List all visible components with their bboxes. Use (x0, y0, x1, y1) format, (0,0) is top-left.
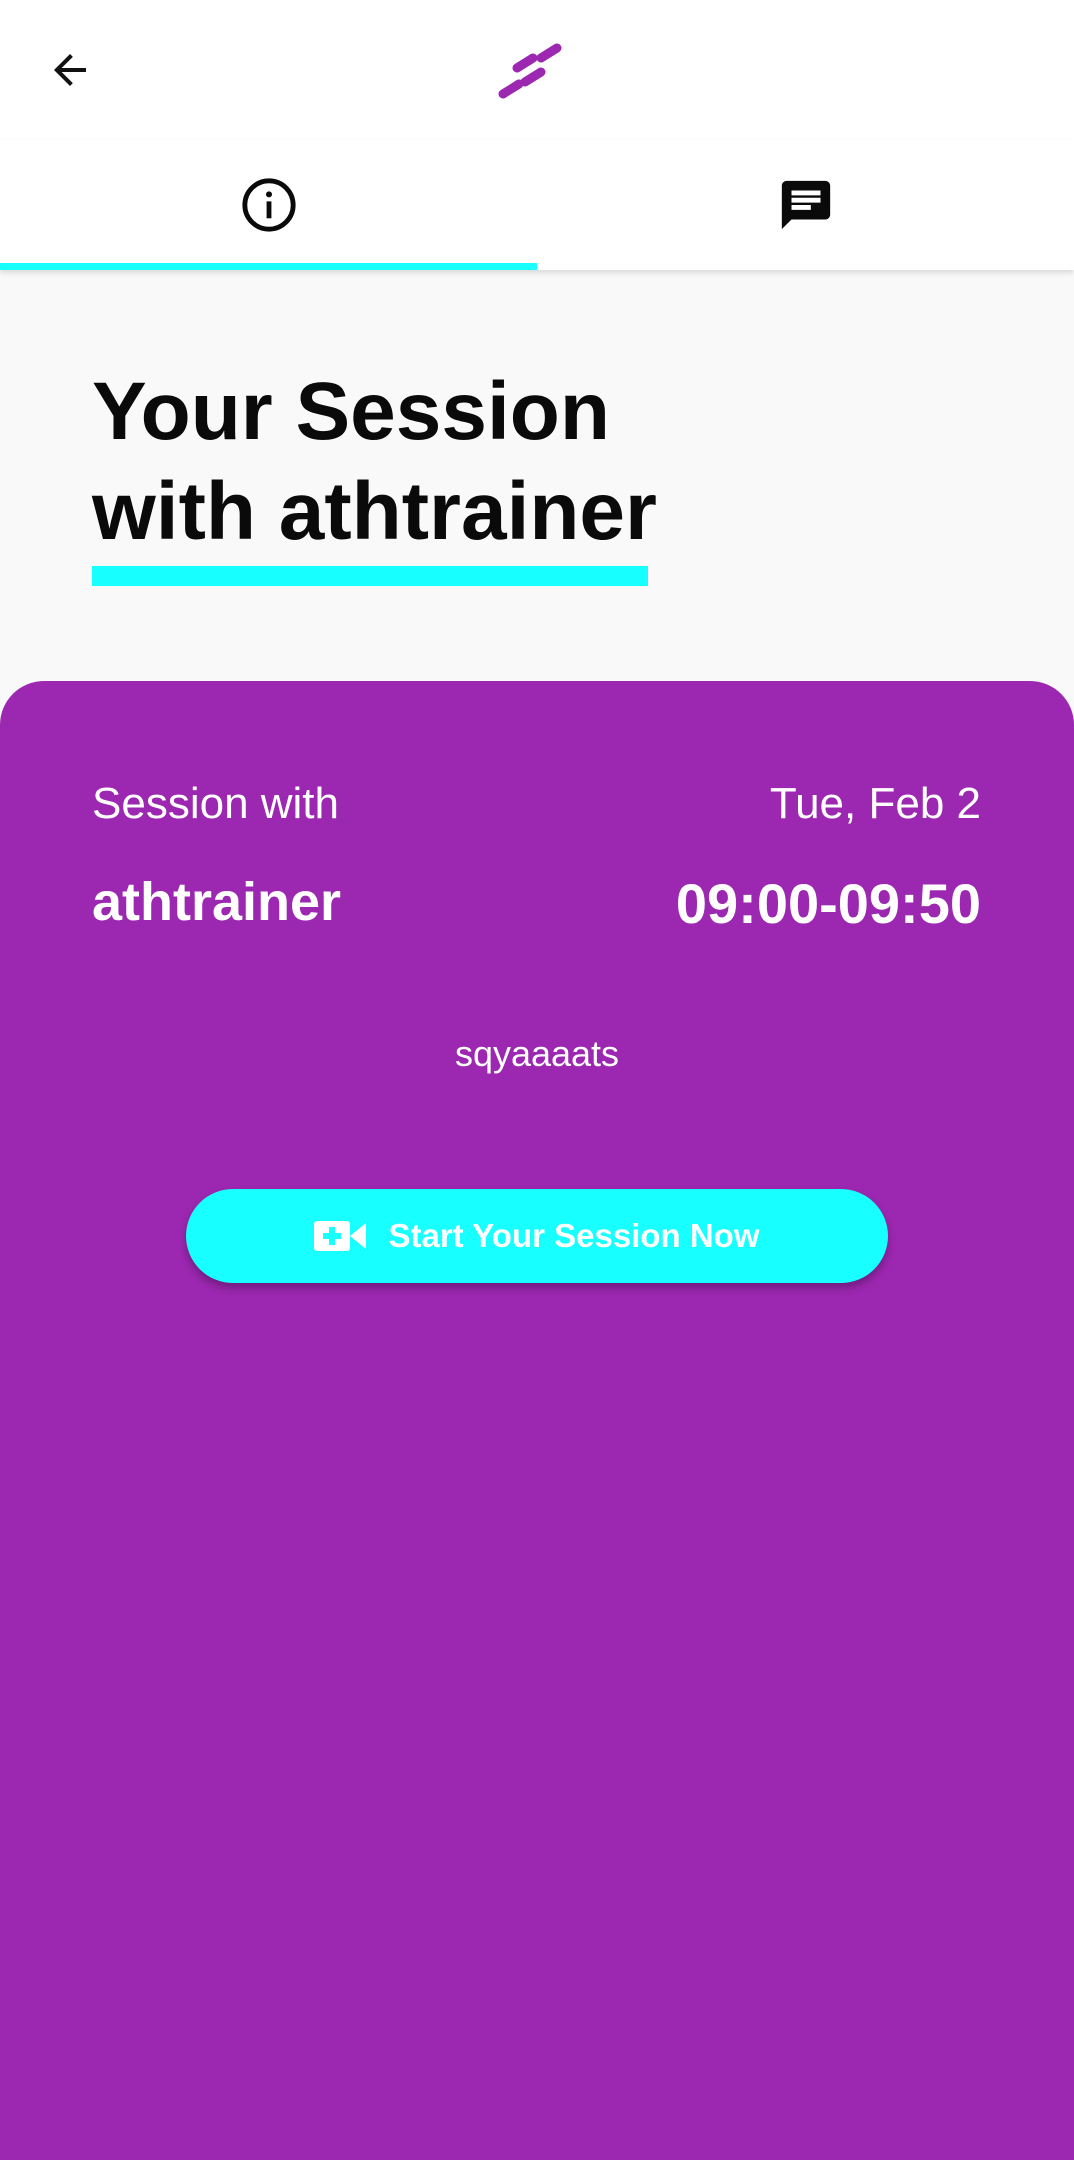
video-call-icon (314, 1219, 367, 1253)
title-line-2: with athtrainer (92, 466, 657, 557)
session-card: Session with Tue, Feb 2 athtrainer 09:00… (0, 681, 1074, 2160)
page-title: Your Session with athtrainer (92, 362, 657, 562)
back-button[interactable] (30, 30, 110, 110)
session-with-label: Session with (92, 779, 340, 828)
chat-message-icon (781, 180, 830, 230)
app-bar (0, 0, 1074, 140)
session-time: 09:00-09:50 (675, 872, 981, 935)
title-underline (92, 566, 648, 586)
brand-logo (497, 36, 577, 106)
tab-bar (0, 140, 1074, 270)
start-session-button[interactable]: Start Your Session Now (186, 1189, 888, 1283)
tab-indicator (0, 263, 537, 270)
session-note: sqyaaaats (454, 1033, 620, 1074)
session-date: Tue, Feb 2 (769, 779, 981, 828)
arrow-left-icon (54, 54, 86, 86)
title-line-1: Your Session (92, 366, 610, 457)
start-session-label: Start Your Session Now (388, 1217, 760, 1254)
info-circle-icon (241, 178, 296, 232)
tab-chat[interactable] (537, 140, 1074, 270)
trainer-name: athtrainer (92, 872, 342, 932)
tab-info[interactable] (0, 140, 537, 270)
